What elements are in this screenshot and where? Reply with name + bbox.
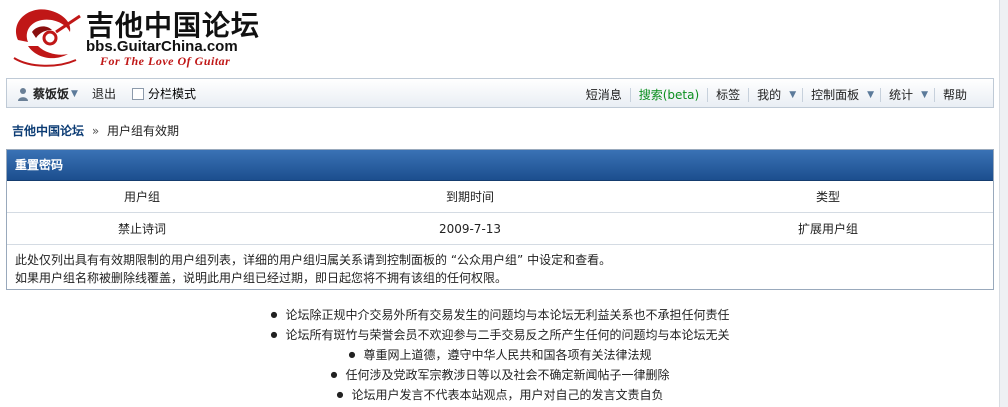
nav-stats[interactable]: 统计 [881, 86, 921, 103]
nav-tags[interactable]: 标签 [708, 86, 748, 103]
note-line: 如果用户组名称被删除线覆盖，说明此用户组已经过期，即日起您将不拥有该组的任何权限… [15, 271, 508, 285]
table-header-row: 用户组 到期时间 类型 [7, 181, 993, 213]
split-mode-label[interactable]: 分栏模式 [148, 85, 196, 102]
nav-control-panel[interactable]: 控制面板 [803, 86, 867, 103]
chevron-down-icon[interactable]: ▼ [921, 90, 934, 100]
list-item: 论坛除正规中介交易外所有交易发生的问题均与本论坛无利益关系也不承担任何责任 [0, 305, 1000, 325]
chevron-down-icon[interactable]: ▼ [71, 89, 78, 99]
column-header: 到期时间 [277, 181, 663, 213]
usergroup-expiry-panel: 重置密码 用户组 到期时间 类型 禁止诗词 2009-7-13 扩展用户组 此处… [6, 149, 994, 290]
user-icon [18, 87, 28, 101]
breadcrumb-separator: » [91, 124, 100, 138]
list-item: 尊重网上道德，遵守中华人民共和国各项有关法律法规 [0, 345, 1000, 365]
nav-links: 短消息 搜索(beta) 标签 我的 ▼ 控制面板 ▼ 统计 ▼ 帮助 [578, 86, 975, 103]
list-item: 论坛所有斑竹与荣誉会员不欢迎参与二手交易反之所产生任何的问题均与本论坛无关 [0, 325, 1000, 345]
site-header: 吉他中国论坛 bbs.GuitarChina.com For The Love … [0, 0, 1008, 76]
breadcrumb-current: 用户组有效期 [107, 124, 180, 138]
guitar-dragon-logo-icon [13, 9, 81, 67]
column-header: 用户组 [7, 181, 277, 213]
user-menu: 蔡饭饭 ▼ 退出 分栏模式 [17, 85, 196, 102]
logout-link[interactable]: 退出 [92, 85, 116, 102]
nav-messages[interactable]: 短消息 [578, 86, 630, 103]
panel-notes: 此处仅列出具有有效期限制的用户组列表，详细的用户组归属关系请到控制面板的 “公众… [7, 245, 993, 293]
breadcrumb: 吉他中国论坛 » 用户组有效期 [12, 122, 179, 139]
split-mode-checkbox[interactable] [131, 87, 144, 100]
username-link[interactable]: 蔡饭饭 [33, 85, 69, 102]
logo-slogan: For The Love Of Guitar [100, 54, 231, 68]
forum-rules-list: 论坛除正规中介交易外所有交易发生的问题均与本论坛无利益关系也不承担任何责任 论坛… [0, 305, 1000, 405]
breadcrumb-home[interactable]: 吉他中国论坛 [12, 124, 84, 138]
usergroup-name: 禁止诗词 [7, 212, 277, 245]
nav-search[interactable]: 搜索(beta) [631, 86, 707, 103]
note-line: 此处仅列出具有有效期限制的用户组列表，详细的用户组归属关系请到控制面板的 “公众… [15, 253, 612, 267]
list-item: 任何涉及党政军宗教涉日等以及社会不确定新闻帖子一律删除 [0, 365, 1000, 385]
list-item: 论坛用户发言不代表本站观点，用户对自己的发言文责自负 [0, 385, 1000, 405]
expiry-date: 2009-7-13 [277, 212, 663, 245]
chevron-down-icon[interactable]: ▼ [789, 90, 802, 100]
logo-domain: bbs.GuitarChina.com [86, 38, 238, 55]
column-header: 类型 [663, 181, 993, 213]
nav-mine[interactable]: 我的 [749, 86, 789, 103]
site-logo[interactable]: 吉他中国论坛 bbs.GuitarChina.com For The Love … [6, 2, 296, 72]
top-nav-bar: 蔡饭饭 ▼ 退出 分栏模式 短消息 搜索(beta) 标签 我的 ▼ 控制面板 … [6, 78, 994, 108]
panel-title: 重置密码 [7, 150, 993, 181]
nav-help[interactable]: 帮助 [935, 86, 975, 103]
table-row: 禁止诗词 2009-7-13 扩展用户组 [7, 212, 993, 245]
usergroup-type: 扩展用户组 [663, 212, 993, 245]
usergroup-table: 用户组 到期时间 类型 禁止诗词 2009-7-13 扩展用户组 [7, 181, 993, 245]
chevron-down-icon[interactable]: ▼ [867, 90, 880, 100]
